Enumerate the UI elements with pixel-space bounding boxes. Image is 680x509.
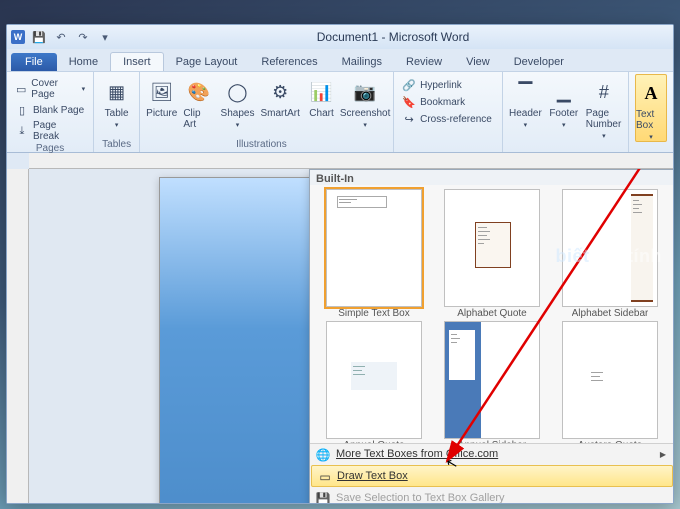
text-box-icon: A [637, 79, 665, 107]
smartart-icon: ⚙ [266, 78, 294, 106]
page-icon: ▯ [15, 103, 29, 117]
cross-reference-button[interactable]: ↪Cross-reference [400, 111, 494, 127]
document-area: Built-In ▬▬▬▬▬▬▬▬▬▬ Simple Text Box ▬▬▬▬… [7, 169, 673, 503]
blank-page-button[interactable]: ▯Blank Page [13, 102, 87, 118]
screenshot-button[interactable]: 📷Screenshot▾ [343, 74, 387, 139]
save-icon: 💾 [315, 491, 331, 503]
text-box-button[interactable]: AText Box▾ [635, 74, 667, 142]
break-icon: ⤓ [15, 124, 29, 138]
tab-developer[interactable]: Developer [502, 53, 576, 71]
tab-view[interactable]: View [454, 53, 502, 71]
gallery-item-annual-sidebar[interactable]: ▬▬▬▬▬▬▬ Annual Sidebar [434, 321, 550, 443]
chevron-right-icon: ▶ [660, 450, 666, 459]
header-button[interactable]: ▔Header▾ [509, 74, 542, 140]
undo-icon[interactable]: ↶ [53, 29, 69, 45]
window-title: Document1 - Microsoft Word [113, 30, 673, 44]
gallery-item-austere-quote[interactable]: ▬▬▬▬▬▬▬▬▬▬▬ Austere Quote [552, 321, 668, 443]
text-box-gallery-dropdown: Built-In ▬▬▬▬▬▬▬▬▬▬ Simple Text Box ▬▬▬▬… [309, 169, 673, 503]
tab-insert[interactable]: Insert [110, 52, 164, 71]
table-icon: ▦ [103, 78, 131, 106]
picture-button[interactable]: 🖼Picture [146, 74, 177, 139]
gallery-item-annual-quote[interactable]: ▬▬▬▬▬▬▬▬▬▬▬ Annual Quote [316, 321, 432, 443]
crossref-icon: ↪ [402, 112, 416, 126]
bookmark-icon: 🔖 [402, 95, 416, 109]
tab-review[interactable]: Review [394, 53, 454, 71]
redo-icon[interactable]: ↷ [75, 29, 91, 45]
vertical-ruler[interactable] [7, 169, 29, 503]
gallery-item-simple-text-box[interactable]: ▬▬▬▬▬▬▬▬▬▬ Simple Text Box [316, 189, 432, 319]
group-label: Illustrations [146, 139, 387, 152]
hyperlink-icon: 🔗 [402, 78, 416, 92]
screenshot-icon: 📷 [351, 78, 379, 106]
table-button[interactable]: ▦ Table▾ [100, 74, 133, 139]
hyperlink-button[interactable]: 🔗Hyperlink [400, 77, 494, 93]
gallery-heading: Built-In [310, 170, 673, 185]
clip-art-icon: 🎨 [185, 78, 213, 106]
text-box-icon: ▭ [317, 469, 333, 485]
shapes-icon: ◯ [223, 78, 251, 106]
clip-art-button[interactable]: 🎨Clip Art [183, 74, 214, 139]
ribbon: ▭Cover Page ▾ ▯Blank Page ⤓Page Break Pa… [7, 71, 673, 153]
tab-mailings[interactable]: Mailings [330, 53, 394, 71]
page-icon: ▭ [15, 82, 27, 96]
group-label: Tables [100, 139, 133, 152]
draw-text-box-menu[interactable]: ▭ Draw Text Box [311, 465, 673, 487]
save-selection-menu: 💾 Save Selection to Text Box Gallery [310, 488, 673, 503]
ribbon-tabs: File Home Insert Page Layout References … [7, 49, 673, 71]
chart-button[interactable]: 📊Chart [306, 74, 337, 139]
footer-button[interactable]: ▁Footer▾ [548, 74, 580, 140]
tab-references[interactable]: References [249, 53, 329, 71]
more-text-boxes-menu[interactable]: 🌐 More Text Boxes from Office.com ▶ [310, 444, 673, 464]
tab-file[interactable]: File [11, 53, 57, 71]
shapes-button[interactable]: ◯Shapes▾ [221, 74, 255, 139]
word-app-icon: W [11, 30, 25, 44]
page-number-button[interactable]: #Page Number▾ [586, 74, 622, 140]
tab-page-layout[interactable]: Page Layout [164, 53, 250, 71]
gallery-item-alphabet-quote[interactable]: ▬▬▬▬▬▬▬▬▬▬▬▬▬▬▬▬ Alphabet Quote [434, 189, 550, 319]
tab-home[interactable]: Home [57, 53, 110, 71]
chart-icon: 📊 [308, 78, 336, 106]
page-break-button[interactable]: ⤓Page Break [13, 119, 87, 143]
title-bar: W 💾 ↶ ↷ ▾ Document1 - Microsoft Word [7, 25, 673, 49]
page-number-icon: # [590, 78, 618, 106]
header-icon: ▔ [511, 78, 539, 106]
footer-icon: ▁ [550, 78, 578, 106]
picture-icon: 🖼 [148, 78, 176, 106]
horizontal-ruler[interactable] [29, 153, 673, 169]
watermark: biếtmáytính [555, 246, 662, 267]
smartart-button[interactable]: ⚙SmartArt [260, 74, 299, 139]
qat-customize-icon[interactable]: ▾ [97, 29, 113, 45]
cover-page-button[interactable]: ▭Cover Page ▾ [13, 77, 87, 101]
bookmark-button[interactable]: 🔖Bookmark [400, 94, 494, 110]
office-icon: 🌐 [315, 447, 331, 463]
save-icon[interactable]: 💾 [31, 29, 47, 45]
